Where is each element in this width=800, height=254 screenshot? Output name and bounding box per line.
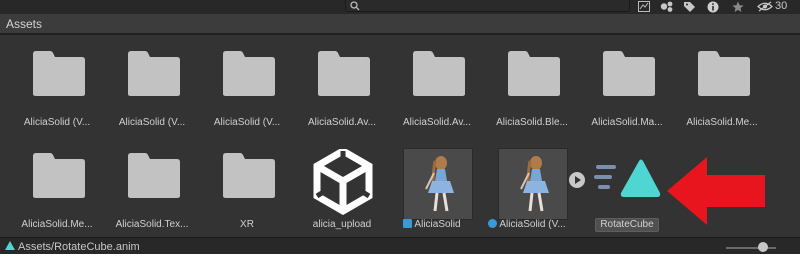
folder-icon [33, 153, 85, 198]
asset-label: AliciaSolid.Tex... [115, 219, 189, 230]
folder-icon [128, 153, 180, 198]
asset-label: AliciaSolid.Ma... [591, 117, 663, 128]
folder-icon [223, 153, 275, 198]
asset-label: AliciaSolid (V... [23, 117, 91, 128]
folder-icon [508, 51, 560, 96]
prefab-icon [403, 219, 413, 228]
character-figure-icon [520, 156, 549, 212]
model-icon [488, 219, 498, 228]
tag-icon[interactable] [682, 0, 698, 13]
folder-icon [698, 51, 750, 96]
asset-label: AliciaSolid.Av... [403, 117, 471, 128]
folder-icon [603, 51, 655, 96]
asset-label: AliciaSolid (V... [478, 218, 576, 231]
pointing-arrow-icon [667, 157, 765, 225]
icon-size-slider[interactable] [726, 247, 776, 249]
search-by-label-icon[interactable] [658, 0, 676, 13]
asset-label: AliciaSolid (V... [213, 117, 281, 128]
character-preview [403, 148, 473, 220]
breadcrumb: Assets [0, 14, 800, 34]
asset-label: AliciaSolid [383, 218, 481, 231]
folder-icon [128, 51, 180, 96]
asset-label: AliciaSolid.Me... [21, 219, 93, 230]
unity-package-icon [313, 149, 373, 215]
icon-size-slider-handle[interactable] [758, 242, 768, 252]
status-bar: Assets/RotateCube.anim [0, 237, 800, 254]
animation-clip-small-icon [5, 241, 15, 250]
hidden-packages-eye-icon[interactable] [756, 0, 774, 13]
asset-label: AliciaSolid.Me... [686, 117, 758, 128]
character-preview [498, 148, 568, 220]
breadcrumb-assets[interactable]: Assets [6, 17, 42, 31]
folder-icon [33, 51, 85, 96]
asset-grid: AliciaSolid (V... AliciaSolid (V... Alic… [0, 35, 800, 237]
animation-clip-icon [594, 159, 661, 197]
search-by-type-icon[interactable] [636, 0, 652, 13]
project-toolbar: 30 [0, 0, 800, 14]
asset-label: XR [240, 219, 254, 230]
selected-label: RotateCube [595, 218, 659, 232]
folder-icon [223, 51, 275, 96]
search-input[interactable] [345, 0, 630, 12]
search-icon [350, 1, 360, 11]
asset-label: RotateCube [578, 218, 676, 232]
hidden-packages-count: 30 [775, 0, 788, 12]
asset-label: AliciaSolid (V... [118, 117, 186, 128]
asset-label: AliciaSolid.Ble... [496, 117, 568, 128]
favorite-star-icon[interactable] [730, 0, 746, 13]
asset-label: AliciaSolid.Av... [308, 117, 376, 128]
folder-icon [413, 51, 465, 96]
asset-label: alicia_upload [312, 219, 372, 230]
info-icon[interactable] [705, 0, 721, 13]
character-figure-icon [425, 156, 454, 212]
selected-asset-path: Assets/RotateCube.anim [18, 241, 140, 253]
folder-icon [318, 51, 370, 96]
